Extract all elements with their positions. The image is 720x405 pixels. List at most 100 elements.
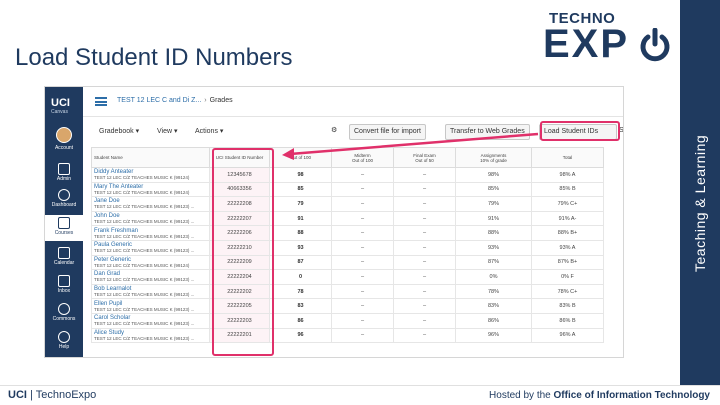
footer-oit: Office of Information Technology — [553, 390, 710, 401]
student-name-cell: Dan Grad TEST 12 LEC C/Z TEACHES MUSIC K … — [91, 269, 210, 285]
midterm-cell[interactable]: – — [331, 239, 394, 256]
final-cell[interactable]: – — [393, 181, 456, 198]
midterm-cell[interactable]: – — [331, 283, 394, 300]
col-total[interactable]: Total — [531, 147, 604, 168]
midterm-cell[interactable]: – — [331, 298, 394, 314]
assignments-cell: 98% — [455, 167, 532, 183]
midterm-cell[interactable]: – — [331, 167, 394, 183]
col-final[interactable]: Final Exam Out of 50 — [393, 147, 456, 168]
student-name-cell: Bob Learnalot TEST 12 LEC C/Z TEACHES MUS… — [91, 283, 210, 300]
total-percent: 85% — [559, 186, 571, 193]
final-cell[interactable]: – — [393, 254, 456, 271]
total-letter: C+ — [570, 288, 578, 295]
gradebook-menu[interactable]: Gradebook ▾ — [99, 127, 139, 135]
student-section: TEST 12 LEC C/Z TEACHES MUSIC K (99123) … — [94, 292, 195, 298]
gradebook-table: Student Name UCI Student ID Number Out o… — [91, 147, 604, 344]
final-cell[interactable]: – — [393, 225, 456, 241]
assignments-cell: 83% — [455, 298, 532, 314]
courses-icon — [58, 217, 70, 229]
breadcrumb: TEST 12 LEC C and Di Z... › Grades — [117, 97, 233, 104]
score-cell[interactable]: 85 — [269, 181, 332, 198]
total-percent: 0% — [561, 273, 570, 280]
actions-menu[interactable]: Actions ▾ — [195, 127, 223, 135]
score-cell[interactable]: 87 — [269, 254, 332, 271]
col-midterm[interactable]: Midterm Out of 100 — [331, 147, 394, 168]
final-cell[interactable]: – — [393, 283, 456, 300]
score-cell[interactable]: 78 — [269, 283, 332, 300]
col-total-title: Total — [562, 155, 573, 160]
total-percent: 91% — [558, 215, 570, 222]
midterm-cell[interactable]: – — [331, 181, 394, 198]
nav-commons[interactable]: Commons — [45, 301, 83, 327]
total-cell: 88% B+ — [531, 225, 604, 241]
final-cell[interactable]: – — [393, 167, 456, 183]
assignments-cell: 93% — [455, 239, 532, 256]
midterm-cell[interactable]: – — [331, 225, 394, 241]
score-cell[interactable]: 96 — [269, 327, 332, 344]
side-band: Teaching & Learning — [680, 0, 720, 385]
final-cell[interactable]: – — [393, 239, 456, 256]
avatar[interactable] — [56, 127, 72, 143]
view-menu[interactable]: View ▾ — [157, 127, 178, 135]
total-percent: 98% — [559, 171, 571, 178]
col-assignment-1[interactable]: Out of 100 — [269, 147, 332, 168]
final-cell[interactable]: – — [393, 312, 456, 329]
midterm-cell[interactable]: – — [331, 312, 394, 329]
nav-calendar[interactable]: Calendar — [45, 245, 83, 271]
midterm-cell[interactable]: – — [331, 210, 394, 227]
assignments-cell: 91% — [455, 210, 532, 227]
total-percent: 87% — [557, 259, 569, 266]
final-cell[interactable]: – — [393, 298, 456, 314]
footer-hosted: Hosted by the — [489, 390, 554, 401]
total-letter: B — [571, 303, 576, 310]
col-assignments[interactable]: Assignments 10% of grade — [455, 147, 532, 168]
total-percent: 79% — [557, 200, 569, 207]
final-cell[interactable]: – — [393, 269, 456, 285]
score-cell[interactable]: 0 — [269, 269, 332, 285]
midterm-cell[interactable]: – — [331, 196, 394, 212]
convert-file-button[interactable]: Convert file for import — [349, 124, 426, 140]
total-cell: 86% B — [531, 312, 604, 329]
breadcrumb-course[interactable]: TEST 12 LEC C and Di Z... — [117, 97, 201, 104]
nav-dashboard[interactable]: Dashboard — [45, 187, 83, 213]
score-cell[interactable]: 98 — [269, 167, 332, 183]
col-student-name[interactable]: Student Name — [91, 147, 210, 168]
nav-courses[interactable]: Courses — [45, 215, 83, 241]
final-cell[interactable]: – — [393, 210, 456, 227]
slide-title: Load Student ID Numbers — [15, 44, 293, 71]
student-name-cell: Ellen Pupil TEST 12 LEC C/Z TEACHES MUSIC… — [91, 298, 210, 314]
total-letter: A — [571, 244, 576, 251]
nav-admin[interactable]: Admin — [45, 161, 83, 187]
midterm-cell[interactable]: – — [331, 254, 394, 271]
score-cell[interactable]: 88 — [269, 225, 332, 241]
student-name-cell: Frank Freshman TEST 12 LEC C/Z TEACHES MU… — [91, 225, 210, 241]
transfer-webgrades-button[interactable]: Transfer to Web Grades — [445, 124, 530, 140]
score-cell[interactable]: 83 — [269, 298, 332, 314]
midterm-cell[interactable]: – — [331, 269, 394, 285]
score-cell[interactable]: 86 — [269, 312, 332, 329]
canvas-brand[interactable]: UCI — [51, 97, 70, 109]
assignments-cell: 86% — [455, 312, 532, 329]
student-name-cell: Peter Generic TEST 12 LEC C/Z TEACHES MUS… — [91, 254, 210, 271]
nav-inbox[interactable]: Inbox — [45, 273, 83, 299]
student-section: TEST 12 LEC C/Z TEACHES MUSIC K (99123) … — [94, 335, 195, 341]
total-cell: 87% B+ — [531, 254, 604, 271]
convert-file-label: Convert file for import — [354, 128, 421, 135]
score-cell[interactable]: 79 — [269, 196, 332, 212]
nav-help[interactable]: Help — [45, 329, 83, 355]
table-row: Peter Generic TEST 12 LEC C/Z TEACHES MUS… — [91, 254, 604, 271]
global-nav: UCI Canvas Account Admin Dashboard Cours… — [45, 87, 83, 357]
settings-icon[interactable]: ⚙ — [331, 126, 337, 134]
score-cell[interactable]: 93 — [269, 239, 332, 256]
final-cell[interactable]: – — [393, 196, 456, 212]
student-name-cell: Paula Generic TEST 12 LEC C/Z TEACHES MUS… — [91, 239, 210, 256]
table-row: Carol Scholar TEST 12 LEC C/Z TEACHES MUS… — [91, 312, 604, 329]
col-final-sub: Out of 50 — [415, 157, 434, 163]
midterm-cell[interactable]: – — [331, 327, 394, 344]
score-cell[interactable]: 91 — [269, 210, 332, 227]
final-cell[interactable]: – — [393, 327, 456, 344]
hamburger-icon[interactable] — [95, 97, 107, 106]
canvas-screenshot: UCI Canvas Account Admin Dashboard Cours… — [44, 86, 624, 358]
inbox-icon — [58, 275, 70, 287]
student-name-cell: Mary The Anteater TEST 12 LEC C/Z TEACHES… — [91, 181, 210, 198]
